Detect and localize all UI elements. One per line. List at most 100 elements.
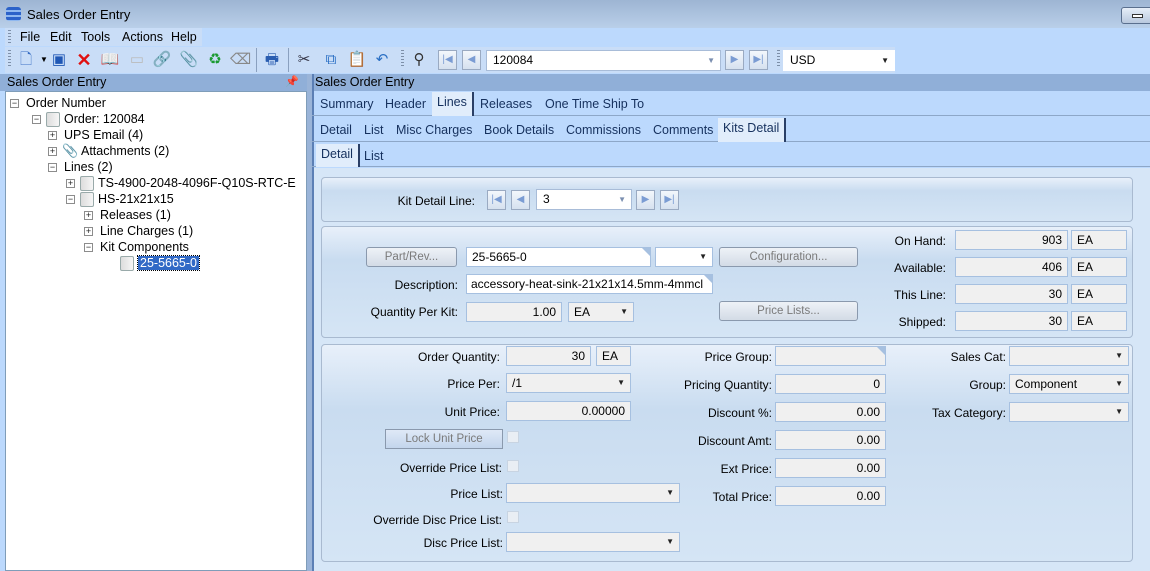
tree-node-line-charges-1[interactable]: Line Charges (1) xyxy=(100,224,193,238)
price-lists-button[interactable]: Price Lists... xyxy=(719,301,858,321)
expand-icon[interactable]: + xyxy=(48,131,57,140)
tab-lines[interactable]: Lines xyxy=(432,92,474,116)
tab-releases[interactable]: Releases xyxy=(480,97,532,111)
tree-node-ts-4900-2048-4096f-q10s-rtc-e[interactable]: TS-4900-2048-4096F-Q10S-RTC-E xyxy=(98,176,296,190)
expand-icon[interactable]: + xyxy=(84,227,93,236)
collapse-icon[interactable]: − xyxy=(32,115,41,124)
tree-node-hs-21x21x15[interactable]: HS-21x21x15 xyxy=(98,192,174,206)
tree-node-kit-components[interactable]: Kit Components xyxy=(100,240,189,254)
chevron-down-icon[interactable]: ▼ xyxy=(618,190,626,209)
tab-summary[interactable]: Summary xyxy=(320,97,373,111)
collapse-icon[interactable]: − xyxy=(48,163,57,172)
first-record-button[interactable]: |◀ xyxy=(438,50,457,70)
delete-icon[interactable]: ✕ xyxy=(74,50,94,70)
next-kit-line-button[interactable]: ▶ xyxy=(636,190,655,210)
tree-node-releases-1[interactable]: Releases (1) xyxy=(100,208,171,222)
tree-node-attachments-2[interactable]: Attachments (2) xyxy=(81,144,169,158)
link-icon[interactable]: 🔗 xyxy=(152,50,172,70)
tab-kits-detail[interactable]: Kits Detail xyxy=(718,118,787,142)
last-kit-line-button[interactable]: ▶| xyxy=(660,190,679,210)
unit-price-field[interactable]: 0.00000 xyxy=(506,401,631,421)
menu-grip[interactable] xyxy=(8,30,11,44)
override-disc-price-list-checkbox[interactable] xyxy=(507,511,519,523)
qty-uom-select[interactable]: EA ▼ xyxy=(568,302,634,322)
tab-comments[interactable]: Comments xyxy=(653,123,713,137)
new-document-icon[interactable]: 🗋 xyxy=(16,50,36,70)
tree-node-ups-email-4[interactable]: UPS Email (4) xyxy=(64,128,143,142)
tab-list[interactable]: List xyxy=(364,123,383,137)
tab-misc-charges[interactable]: Misc Charges xyxy=(396,123,472,137)
note-icon[interactable]: ▭ xyxy=(127,50,147,70)
tree-node-lines-2[interactable]: Lines (2) xyxy=(64,160,113,174)
qty-per-kit-field[interactable]: 1.00 xyxy=(466,302,562,322)
collapse-icon[interactable]: − xyxy=(66,195,75,204)
tree-node-order-120084[interactable]: Order: 120084 xyxy=(64,112,145,126)
menu-actions[interactable]: Actions xyxy=(122,30,163,44)
order-number-combo[interactable]: 120084 ▼ xyxy=(486,50,721,71)
toolbar-grip[interactable] xyxy=(777,50,780,68)
price-per-select[interactable]: /1 ▼ xyxy=(506,373,631,393)
tree-node-order-number[interactable]: Order Number xyxy=(26,96,106,110)
print-icon[interactable]: 🖶 xyxy=(262,50,282,70)
tab-kit-detail[interactable]: Detail xyxy=(316,144,360,167)
collapse-icon[interactable]: − xyxy=(84,243,93,252)
description-field[interactable]: accessory-heat-sink-21x21x14.5mm-4mmcl xyxy=(466,274,713,294)
order-quantity-field[interactable]: 30 xyxy=(506,346,591,366)
first-kit-line-button[interactable]: |◀ xyxy=(487,190,506,210)
tab-detail[interactable]: Detail xyxy=(320,123,352,137)
expand-icon[interactable]: + xyxy=(48,147,57,156)
minimize-button[interactable] xyxy=(1121,7,1150,24)
order-tree[interactable]: − Order Number − Order: 120084 + UPS Email (4… xyxy=(5,91,307,571)
copy-icon[interactable]: ⧉ xyxy=(321,50,341,70)
last-record-button[interactable]: ▶| xyxy=(749,50,768,70)
refresh-icon[interactable]: ♻ xyxy=(205,50,225,70)
revision-select[interactable]: ▼ xyxy=(655,247,713,267)
pin-icon[interactable]: 📌 xyxy=(285,74,299,91)
tab-kit-list[interactable]: List xyxy=(364,149,383,163)
menu-edit[interactable]: Edit xyxy=(50,30,72,44)
chevron-down-icon[interactable]: ▼ xyxy=(881,51,889,70)
price-group-field[interactable] xyxy=(775,346,886,366)
lock-unit-price-button[interactable]: Lock Unit Price xyxy=(385,429,503,449)
currency-select[interactable]: USD ▼ xyxy=(783,50,895,71)
menu-help[interactable]: Help xyxy=(171,30,197,44)
expand-icon[interactable]: + xyxy=(66,179,75,188)
tab-header[interactable]: Header xyxy=(385,97,426,111)
collapse-icon[interactable]: − xyxy=(10,99,19,108)
chevron-down-icon[interactable]: ▼ xyxy=(666,533,674,551)
tab-commissions[interactable]: Commissions xyxy=(566,123,641,137)
sales-cat-select[interactable]: ▼ xyxy=(1009,346,1129,366)
undo-icon[interactable]: ↶ xyxy=(372,50,392,70)
expand-icon[interactable]: + xyxy=(84,211,93,220)
chevron-down-icon[interactable]: ▼ xyxy=(707,51,715,70)
paste-icon[interactable]: 📋 xyxy=(347,50,367,70)
menu-tools[interactable]: Tools xyxy=(81,30,110,44)
override-price-list-checkbox[interactable] xyxy=(507,460,519,472)
previous-record-button[interactable]: ◀ xyxy=(462,50,481,70)
tree-node-25-5665-0[interactable]: 25-5665-0 xyxy=(137,255,200,271)
attachment-icon[interactable]: 📎 xyxy=(179,50,199,70)
binoculars-icon[interactable]: ⚲ xyxy=(409,50,429,70)
chevron-down-icon[interactable]: ▼ xyxy=(617,374,625,392)
chevron-down-icon[interactable]: ▼ xyxy=(1115,347,1123,365)
lock-unit-price-checkbox[interactable] xyxy=(507,431,519,443)
configuration-button[interactable]: Configuration... xyxy=(719,247,858,267)
tab-book-details[interactable]: Book Details xyxy=(484,123,554,137)
part-rev-button[interactable]: Part/Rev... xyxy=(366,247,457,267)
chevron-down-icon[interactable]: ▼ xyxy=(1115,403,1123,421)
part-number-field[interactable]: 25-5665-0 xyxy=(466,247,651,267)
kit-detail-line-combo[interactable]: 3 ▼ xyxy=(536,189,632,210)
tab-one-time-ship-to[interactable]: One Time Ship To xyxy=(545,97,644,111)
open-book-icon[interactable]: 📖 xyxy=(100,50,120,70)
previous-kit-line-button[interactable]: ◀ xyxy=(511,190,530,210)
disc-price-list-select[interactable]: ▼ xyxy=(506,532,680,552)
cut-icon[interactable]: ✂ xyxy=(294,50,314,70)
chevron-down-icon[interactable]: ▼ xyxy=(1115,375,1123,393)
toolbar-grip[interactable] xyxy=(401,50,404,68)
tax-category-select[interactable]: ▼ xyxy=(1009,402,1129,422)
save-icon[interactable]: ▣ xyxy=(49,50,69,70)
eraser-icon[interactable]: ⌫ xyxy=(230,50,251,70)
price-list-select[interactable]: ▼ xyxy=(506,483,680,503)
next-record-button[interactable]: ▶ xyxy=(725,50,744,70)
chevron-down-icon[interactable]: ▼ xyxy=(620,303,628,321)
